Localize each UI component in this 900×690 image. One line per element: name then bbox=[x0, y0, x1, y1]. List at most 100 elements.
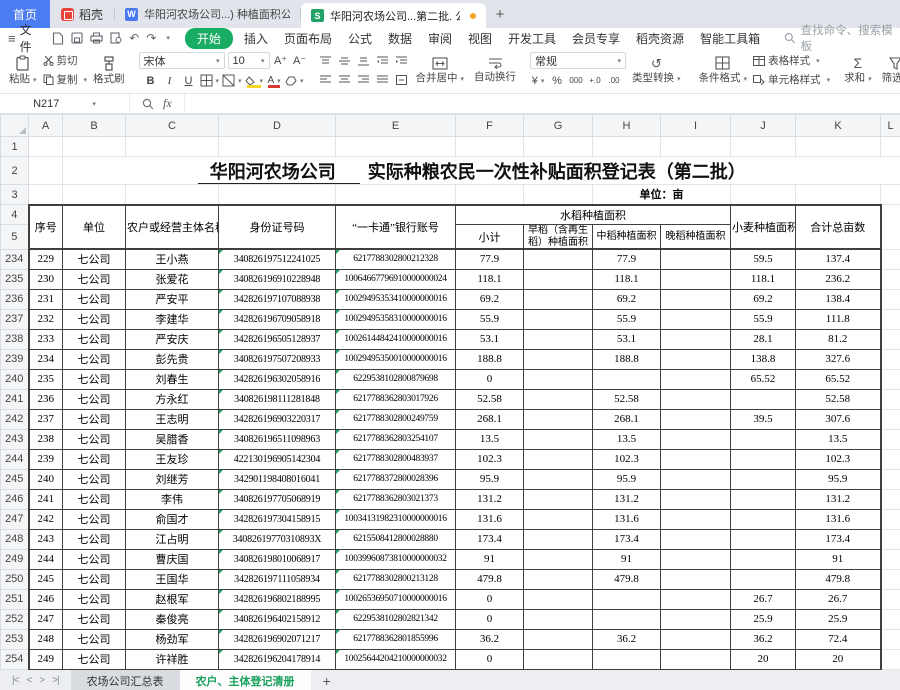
last-sheet-icon[interactable]: >| bbox=[52, 675, 60, 686]
cell[interactable]: 七公司 bbox=[62, 328, 126, 350]
cut-button[interactable]: 剪切 bbox=[43, 53, 88, 68]
cell[interactable]: 七公司 bbox=[62, 288, 126, 310]
cell[interactable] bbox=[28, 156, 63, 185]
format-painter-button[interactable]: 格式刷 bbox=[89, 56, 129, 85]
conditional-format-button[interactable]: 条件格式 ▾ bbox=[695, 56, 752, 84]
row-header[interactable]: 251 bbox=[0, 588, 29, 610]
print-preview-icon[interactable] bbox=[110, 32, 122, 44]
ribbon-tab-3[interactable]: 公式 bbox=[340, 29, 380, 48]
cell[interactable]: 严安平 bbox=[125, 288, 219, 310]
cell[interactable]: 342826196802188995 bbox=[218, 588, 336, 610]
cell[interactable]: 340826197705068919 bbox=[218, 488, 336, 510]
cell[interactable] bbox=[62, 136, 126, 157]
cell[interactable]: 72.4 bbox=[795, 628, 882, 650]
row-header[interactable]: 244 bbox=[0, 448, 29, 470]
filter-button[interactable]: 筛选▾ bbox=[878, 57, 900, 84]
underline-button[interactable]: U bbox=[181, 73, 197, 88]
cell[interactable]: 327.6 bbox=[795, 348, 882, 370]
header-total-area[interactable]: 合计总亩数 bbox=[795, 203, 882, 250]
cell[interactable] bbox=[523, 568, 593, 590]
comma-format-button[interactable]: 000 bbox=[568, 73, 584, 88]
cell[interactable]: 34082619770310893X bbox=[218, 528, 336, 550]
cell[interactable]: 307.6 bbox=[795, 408, 882, 430]
next-sheet-icon[interactable]: > bbox=[39, 675, 45, 686]
cell[interactable]: 36.2 bbox=[592, 628, 661, 650]
cell[interactable] bbox=[523, 548, 593, 570]
column-header-G[interactable]: G bbox=[523, 114, 593, 137]
cell[interactable]: 238 bbox=[27, 428, 63, 450]
row-header[interactable]: 246 bbox=[0, 488, 29, 510]
row-header[interactable]: 254 bbox=[0, 648, 29, 670]
cell[interactable] bbox=[880, 509, 900, 530]
cell[interactable] bbox=[660, 588, 731, 610]
cell[interactable] bbox=[523, 588, 593, 610]
cell[interactable]: 10034131982310000000016 bbox=[335, 508, 456, 530]
cell[interactable]: 26.7 bbox=[795, 588, 882, 610]
clear-format-button[interactable]: ▾ bbox=[285, 73, 304, 88]
cell[interactable]: 七公司 bbox=[62, 348, 126, 370]
row-header[interactable]: 252 bbox=[0, 608, 29, 630]
cell[interactable]: 方永红 bbox=[125, 388, 219, 410]
cell[interactable]: 七公司 bbox=[62, 628, 126, 650]
cell-style-button[interactable]: 单元格样式 ▾ bbox=[753, 72, 830, 87]
cell[interactable] bbox=[730, 488, 796, 510]
column-header-J[interactable]: J bbox=[730, 114, 796, 137]
cell[interactable]: 131.2 bbox=[795, 488, 882, 510]
cell[interactable]: 235 bbox=[27, 368, 63, 390]
ribbon-tab-5[interactable]: 审阅 bbox=[420, 29, 460, 48]
header-seq[interactable]: 序号 bbox=[27, 203, 63, 250]
cell[interactable]: 173.4 bbox=[795, 528, 882, 550]
column-header-D[interactable]: D bbox=[218, 114, 336, 137]
ribbon-tab-0[interactable]: 开始 bbox=[184, 27, 233, 49]
cell[interactable] bbox=[592, 136, 661, 157]
cell[interactable] bbox=[523, 328, 593, 350]
cell[interactable] bbox=[523, 608, 593, 630]
cell[interactable]: 七公司 bbox=[62, 608, 126, 630]
column-header-H[interactable]: H bbox=[592, 114, 661, 137]
cell[interactable]: 刘春生 bbox=[125, 368, 219, 390]
cell[interactable]: 173.4 bbox=[592, 528, 661, 550]
cell[interactable]: 342826197107088938 bbox=[218, 288, 336, 310]
increase-font-button[interactable]: A⁺ bbox=[273, 53, 289, 68]
type-convert-button[interactable]: ↺ 类型转换 ▾ bbox=[628, 57, 685, 84]
cell[interactable] bbox=[880, 529, 900, 550]
document-tab-writer[interactable]: W 华阳河农场公司...) 种植面积公示 bbox=[115, 0, 300, 28]
cell[interactable]: 七公司 bbox=[62, 308, 126, 330]
cell[interactable]: 6217788302800483937 bbox=[335, 448, 456, 470]
row-header[interactable]: 247 bbox=[0, 508, 29, 530]
cell[interactable]: 6229538102802821342 bbox=[335, 608, 456, 630]
cell[interactable]: 6217788362803254107 bbox=[335, 428, 456, 450]
cell[interactable] bbox=[455, 184, 524, 205]
cell[interactable] bbox=[660, 488, 731, 510]
cell[interactable]: 七公司 bbox=[62, 248, 126, 270]
cell[interactable] bbox=[660, 448, 731, 470]
cell[interactable]: 39.5 bbox=[730, 408, 796, 430]
cell[interactable]: 俞国才 bbox=[125, 508, 219, 530]
cell[interactable]: 0 bbox=[455, 368, 524, 390]
cell[interactable]: 刘继芳 bbox=[125, 468, 219, 490]
cell[interactable] bbox=[660, 268, 731, 290]
cell[interactable]: 20 bbox=[795, 648, 882, 670]
cell[interactable] bbox=[523, 308, 593, 330]
cell[interactable] bbox=[660, 248, 731, 270]
insert-function-button[interactable]: fx bbox=[163, 96, 172, 111]
cell[interactable]: 10064667796910000000024 bbox=[335, 268, 456, 290]
cell[interactable]: 188.8 bbox=[592, 348, 661, 370]
increase-decimal-button[interactable]: +.0 bbox=[587, 73, 603, 88]
decrease-indent-icon[interactable] bbox=[375, 53, 391, 68]
ribbon-tab-6[interactable]: 视图 bbox=[460, 29, 500, 48]
cell[interactable] bbox=[523, 428, 593, 450]
cell[interactable] bbox=[125, 136, 219, 157]
cell[interactable]: 55.9 bbox=[592, 308, 661, 330]
cell[interactable] bbox=[880, 589, 900, 610]
column-header-B[interactable]: B bbox=[62, 114, 126, 137]
cell[interactable]: 342901198408016041 bbox=[218, 468, 336, 490]
cell[interactable] bbox=[880, 184, 900, 205]
save-icon[interactable] bbox=[71, 32, 83, 44]
cell[interactable]: 342826196902071217 bbox=[218, 628, 336, 650]
zoom-formula-icon[interactable] bbox=[142, 98, 154, 110]
cell[interactable]: 七公司 bbox=[62, 448, 126, 470]
header-id-number[interactable]: 身份证号码 bbox=[218, 203, 336, 250]
cell[interactable] bbox=[28, 184, 63, 205]
cell[interactable]: 七公司 bbox=[62, 528, 126, 550]
